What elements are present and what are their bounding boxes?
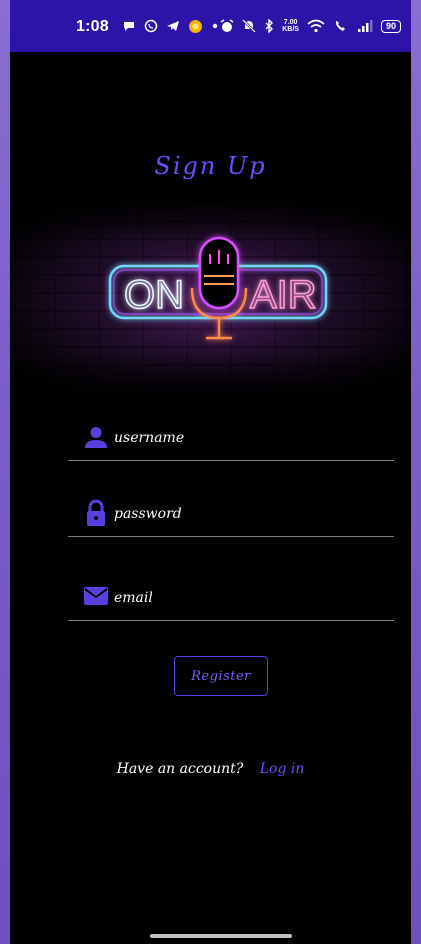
status-bar: 1:08 7.00 KB/S 90 xyxy=(10,0,411,52)
network-speed-unit: KB/S xyxy=(282,26,299,33)
mail-icon xyxy=(84,587,108,605)
signal-icon xyxy=(357,20,373,32)
network-speed: 7.00 KB/S xyxy=(282,19,299,33)
page-title: Sign Up xyxy=(154,152,267,180)
on-air-neon-sign: ON AIR xyxy=(108,236,328,340)
home-indicator[interactable] xyxy=(150,934,292,938)
battery-indicator: 90 xyxy=(380,19,401,33)
lock-icon xyxy=(87,499,105,526)
system-icons: 7.00 KB/S 90 xyxy=(220,17,401,35)
bluetooth-icon xyxy=(265,19,274,33)
wifi-icon xyxy=(307,19,325,33)
username-input[interactable] xyxy=(114,424,384,452)
volte-call-icon xyxy=(335,21,345,31)
banner-on-text: ON xyxy=(124,273,184,317)
chat-bubble-icon xyxy=(124,22,134,31)
email-row xyxy=(68,580,394,621)
alarm-icon xyxy=(220,19,234,32)
mute-icon xyxy=(242,19,257,33)
username-row xyxy=(68,420,394,461)
app-notification-icon xyxy=(189,19,202,33)
register-button[interactable]: Register xyxy=(174,656,268,696)
on-air-banner: ON AIR xyxy=(10,196,411,402)
email-input[interactable] xyxy=(114,584,384,612)
more-dot-icon xyxy=(212,23,218,29)
banner-air-text: AIR xyxy=(250,273,317,317)
password-row xyxy=(68,496,394,537)
status-time: 1:08 xyxy=(76,18,109,35)
telegram-icon xyxy=(167,21,179,31)
account-prompt-line: Have an account? Log in xyxy=(10,761,411,777)
password-input[interactable] xyxy=(114,500,384,528)
microphone-icon xyxy=(198,236,240,310)
whatsapp-icon xyxy=(144,19,158,33)
network-speed-value: 7.00 xyxy=(283,19,298,26)
notification-icons xyxy=(122,17,219,35)
app-screen: 1:08 7.00 KB/S 90 Sign Up ON AIR usernam… xyxy=(10,0,411,944)
have-account-text: Have an account? xyxy=(116,761,244,777)
person-icon xyxy=(85,427,107,448)
login-link[interactable]: Log in xyxy=(260,761,305,777)
